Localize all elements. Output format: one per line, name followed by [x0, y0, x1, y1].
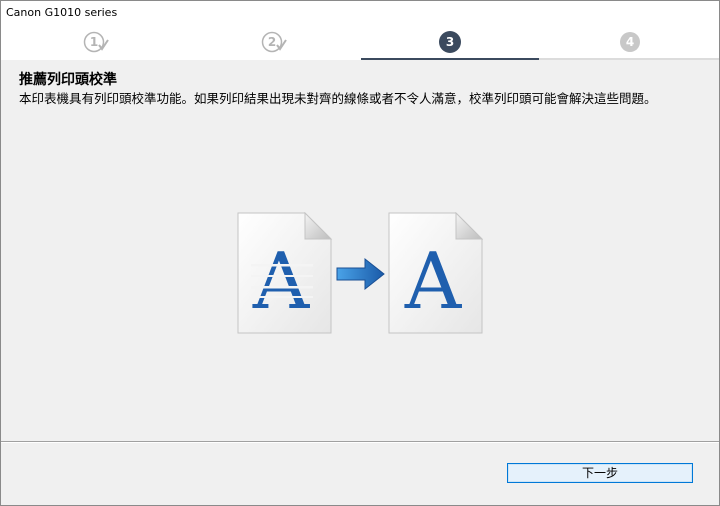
- step-1-label: 1: [89, 35, 99, 49]
- step-4-label: 4: [625, 35, 635, 49]
- head-alignment-illustration: A A: [237, 211, 484, 336]
- step-3-label: 3: [445, 35, 455, 49]
- aligned-page-icon: A: [388, 211, 484, 334]
- misaligned-page-icon: A: [237, 211, 333, 334]
- main-content: 推薦列印頭校準 本印表機具有列印頭校準功能。如果列印結果出現未對齊的線條或者不令…: [1, 60, 719, 441]
- step-2-done-icon: 2: [261, 31, 287, 53]
- aligned-letter: A: [404, 237, 463, 327]
- page-title: 推薦列印頭校準: [19, 72, 117, 88]
- step-2-label: 2: [267, 35, 277, 49]
- step-3-current-icon: 3: [439, 31, 461, 53]
- misaligned-letter: A: [252, 237, 311, 327]
- next-button[interactable]: 下一步: [507, 463, 693, 483]
- installer-window: Canon G1010 series 1 2 3 4 推薦列印頭校準 本印表機具…: [0, 0, 720, 506]
- right-arrow-icon: [336, 257, 385, 291]
- page-description: 本印表機具有列印頭校準功能。如果列印結果出現未對齊的線條或者不令人滿意，校準列印…: [19, 91, 657, 106]
- step-4-pending-icon: 4: [619, 31, 641, 53]
- window-title: Canon G1010 series: [6, 6, 118, 19]
- step-progress-bar: 1 2 3 4: [1, 25, 719, 61]
- step-1-done-icon: 1: [83, 31, 109, 53]
- title-bar: Canon G1010 series: [1, 1, 719, 25]
- footer-bar: 下一步: [1, 443, 719, 505]
